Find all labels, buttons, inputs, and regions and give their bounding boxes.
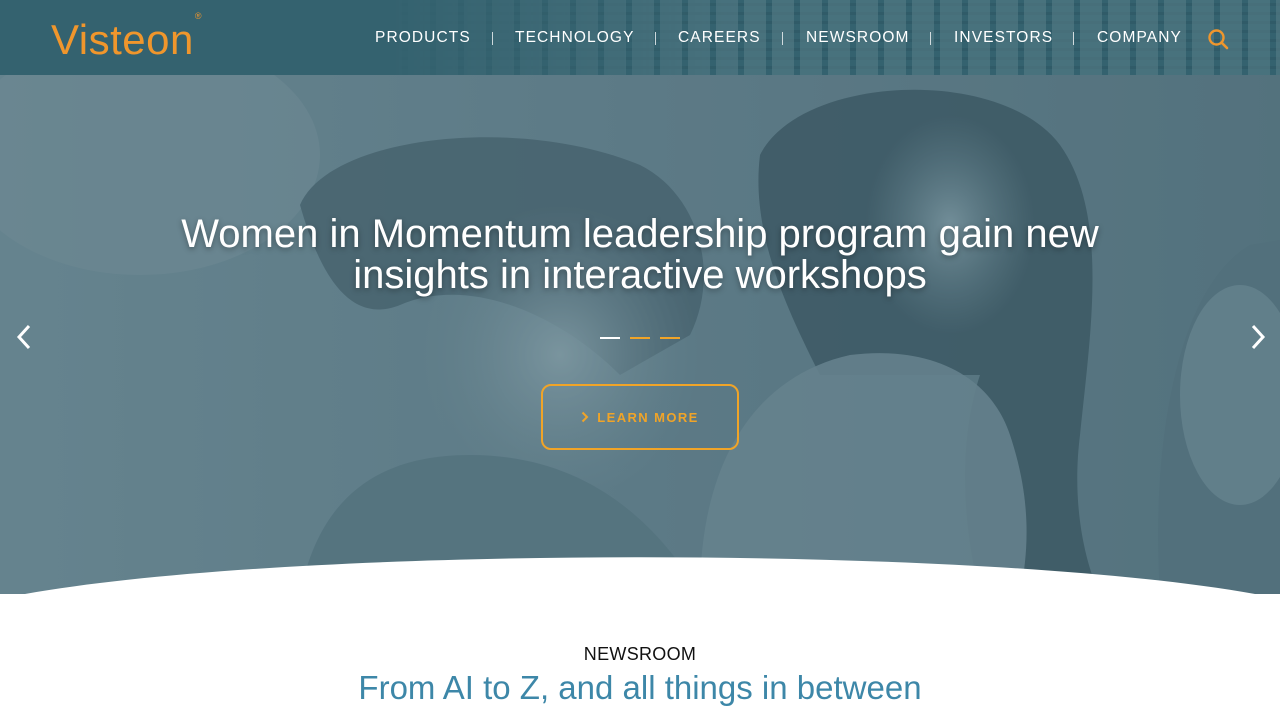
carousel-next-button[interactable] <box>1248 323 1268 351</box>
nav-item-careers[interactable]: CAREERS <box>678 27 761 49</box>
nav-item-technology[interactable]: TECHNOLOGY <box>515 27 635 49</box>
carousel-indicator[interactable] <box>630 337 650 339</box>
main-nav: PRODUCTS TECHNOLOGY CAREERS NEWSROOM INV… <box>0 27 1280 49</box>
hero-bottom-curve <box>25 557 1255 594</box>
newsroom-section-heading: From AI to Z, and all things in between <box>358 669 922 706</box>
carousel-indicator-active[interactable] <box>600 337 620 339</box>
nav-separator <box>1073 32 1074 45</box>
chevron-left-icon <box>16 324 31 350</box>
carousel-indicators <box>600 337 680 341</box>
learn-more-button[interactable]: LEARN MORE <box>541 384 739 450</box>
chevron-right-icon <box>582 411 589 423</box>
nav-item-investors[interactable]: INVESTORS <box>954 27 1053 49</box>
carousel-indicator[interactable] <box>660 337 680 339</box>
nav-separator <box>655 32 656 45</box>
logo-registered-mark: ® <box>194 11 202 21</box>
newsroom-section-label: NEWSROOM <box>583 644 697 664</box>
nav-item-newsroom[interactable]: NEWSROOM <box>806 27 910 49</box>
nav-separator <box>492 32 493 45</box>
learn-more-label: LEARN MORE <box>597 409 699 425</box>
site-header: Visteon® PRODUCTS TECHNOLOGY CAREERS NEW… <box>0 0 1280 75</box>
search-icon <box>1208 29 1229 50</box>
hero-photo <box>0 75 1280 594</box>
chevron-right-icon <box>1251 324 1266 350</box>
nav-separator <box>782 32 783 45</box>
hero-carousel: Women in Momentum leadership program gai… <box>0 75 1280 594</box>
search-button[interactable] <box>1206 27 1230 51</box>
hero-title: Women in Momentum leadership program gai… <box>181 212 1099 297</box>
nav-item-company[interactable]: COMPANY <box>1097 27 1182 49</box>
nav-separator <box>930 32 931 45</box>
nav-item-products[interactable]: PRODUCTS <box>375 27 471 49</box>
carousel-prev-button[interactable] <box>14 323 34 351</box>
